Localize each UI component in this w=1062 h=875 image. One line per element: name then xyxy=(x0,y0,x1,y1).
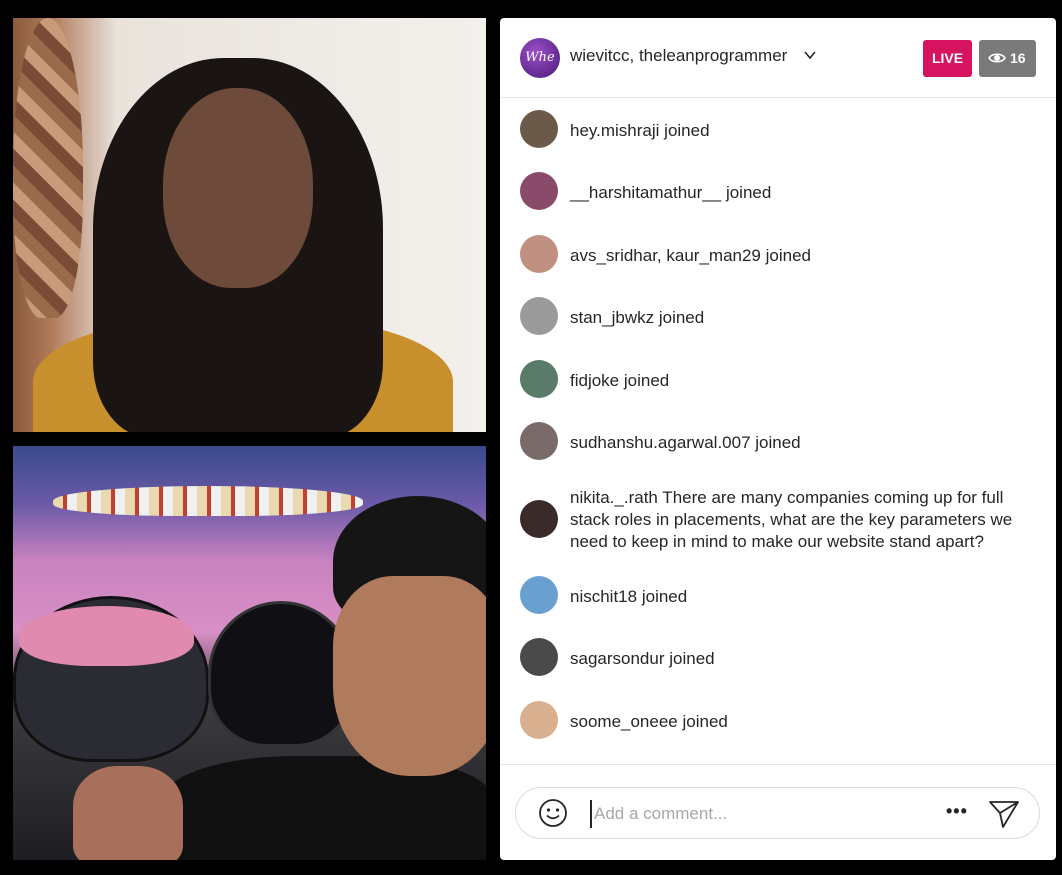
live-title[interactable]: wievitcc, theleanprogrammer xyxy=(570,46,787,66)
comment-box: ••• xyxy=(515,787,1040,839)
more-icon[interactable]: ••• xyxy=(946,801,968,822)
video-feed-top xyxy=(13,18,486,432)
emoji-icon[interactable] xyxy=(538,798,568,828)
comment-text: joined xyxy=(637,587,688,606)
comment-text: joined xyxy=(750,433,801,452)
username[interactable]: sagarsondur xyxy=(570,649,665,668)
comment-text: joined xyxy=(721,183,772,202)
avatar[interactable] xyxy=(520,701,558,739)
comment-text: joined xyxy=(664,649,715,668)
background-wall xyxy=(13,18,83,318)
username[interactable]: hey.mishraji xyxy=(570,121,659,140)
avatar[interactable] xyxy=(520,422,558,460)
avatar[interactable] xyxy=(520,297,558,335)
username[interactable]: fidjoke xyxy=(570,371,619,390)
username[interactable]: sudhanshu.agarwal.007 xyxy=(570,433,751,452)
viewer-count-badge[interactable]: 16 xyxy=(979,40,1036,77)
avatar[interactable] xyxy=(520,172,558,210)
comment-footer: ••• xyxy=(500,764,1056,860)
comment-text: joined xyxy=(619,371,670,390)
comment-text: joined xyxy=(677,712,728,731)
username[interactable]: avs_sridhar, kaur_man29 xyxy=(570,246,761,265)
avatar[interactable] xyxy=(520,360,558,398)
viewer-count: 16 xyxy=(1010,50,1026,66)
live-panel: Whe wievitcc, theleanprogrammer LIVE 16 … xyxy=(500,18,1056,860)
host-avatar[interactable]: Whe xyxy=(520,38,560,78)
chevron-down-icon[interactable] xyxy=(803,48,817,62)
live-header: Whe wievitcc, theleanprogrammer LIVE 16 xyxy=(500,18,1056,98)
username[interactable]: soome_oneee xyxy=(570,712,678,731)
host-face xyxy=(333,576,486,776)
username[interactable]: nischit18 xyxy=(570,587,637,606)
host-hand xyxy=(73,766,183,860)
bookshelf xyxy=(53,486,363,516)
username[interactable]: stan_jbwkz xyxy=(570,308,654,327)
participant-face xyxy=(163,88,313,288)
send-icon[interactable] xyxy=(988,799,1020,829)
eye-icon xyxy=(988,53,1006,63)
avatar[interactable] xyxy=(520,500,558,538)
comment-text: joined xyxy=(760,246,811,265)
video-feed-bottom xyxy=(13,446,486,860)
avatar[interactable] xyxy=(520,235,558,273)
avatar[interactable] xyxy=(520,576,558,614)
live-badge: LIVE xyxy=(923,40,972,77)
comment-text: joined xyxy=(659,121,710,140)
username[interactable]: __harshitamathur__ xyxy=(570,183,721,202)
avatar[interactable] xyxy=(520,110,558,148)
avatar[interactable] xyxy=(520,638,558,676)
comment-text: joined xyxy=(654,308,705,327)
monitor-left-screen xyxy=(19,606,194,666)
comment-input[interactable] xyxy=(590,800,926,828)
username[interactable]: nikita._.rath xyxy=(570,488,658,507)
